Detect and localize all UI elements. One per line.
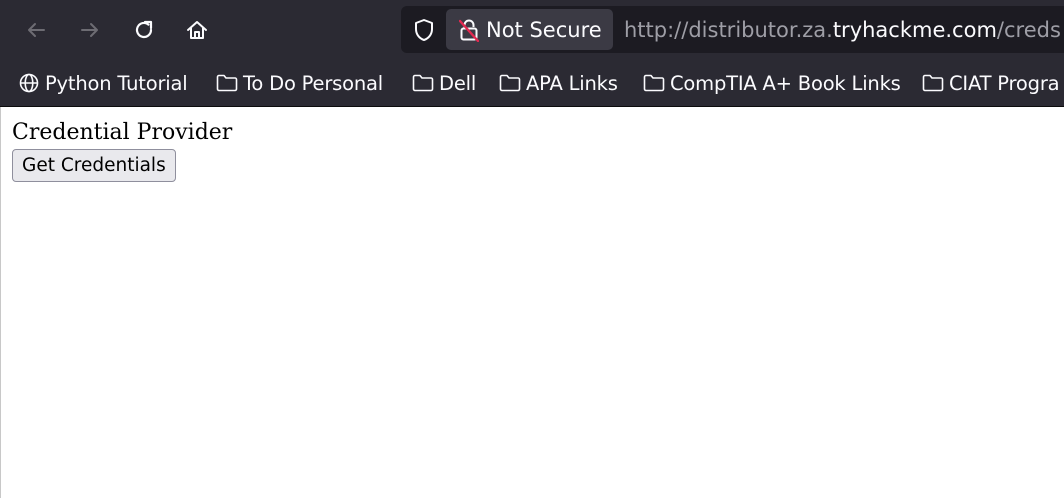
folder-icon <box>412 72 434 94</box>
bookmark-label: To Do Personal <box>243 71 383 95</box>
bookmark-folder-dell[interactable]: Dell <box>412 60 476 106</box>
arrow-right-icon <box>81 23 98 37</box>
url-text[interactable]: http://distributor.za.tryhackme.com/cred… <box>624 16 1061 44</box>
page-content: Credential Provider Get Credentials <box>0 107 1064 498</box>
browser-toolbar: Not Secure http://distributor.za.tryhack… <box>0 0 1064 60</box>
arrow-left-icon <box>28 23 45 37</box>
tracking-protection-button[interactable] <box>411 17 437 43</box>
bookmark-label: APA Links <box>526 71 618 95</box>
forward-button[interactable] <box>74 14 106 46</box>
page-title: Credential Provider <box>12 120 233 145</box>
security-label: Not Secure <box>486 17 602 42</box>
url-host: tryhackme.com <box>832 18 997 42</box>
url-subdomain: distributor.za. <box>688 18 833 42</box>
shield-icon <box>415 19 433 41</box>
globe-icon <box>18 72 40 94</box>
bookmark-label: Python Tutorial <box>45 71 188 95</box>
insecure-lock-icon <box>458 17 480 43</box>
bookmark-label: CIAT Progra <box>949 71 1060 95</box>
bookmarks-bar: Python Tutorial To Do Personal Dell APA … <box>0 60 1064 107</box>
url-scheme: http:// <box>624 18 689 42</box>
folder-icon <box>216 72 238 94</box>
bookmark-python-tutorial[interactable]: Python Tutorial <box>18 60 188 106</box>
bookmark-label: CompTIA A+ Book Links <box>670 71 901 95</box>
bookmark-folder-apa-links[interactable]: APA Links <box>499 60 618 106</box>
get-credentials-button[interactable]: Get Credentials <box>12 149 176 182</box>
site-security-indicator[interactable]: Not Secure <box>446 9 613 50</box>
bookmark-label: Dell <box>439 71 477 95</box>
bookmark-folder-ciat[interactable]: CIAT Progra <box>922 60 1060 106</box>
home-button[interactable] <box>181 14 213 46</box>
reload-button[interactable] <box>128 14 160 46</box>
url-path: /creds <box>996 18 1061 42</box>
reload-icon <box>135 20 153 39</box>
back-button[interactable] <box>20 14 52 46</box>
folder-icon <box>922 72 944 94</box>
bookmark-folder-to-do-personal[interactable]: To Do Personal <box>216 60 383 106</box>
bookmark-folder-comptia[interactable]: CompTIA A+ Book Links <box>643 60 901 106</box>
folder-icon <box>643 72 665 94</box>
home-icon <box>187 21 207 39</box>
folder-icon <box>499 72 521 94</box>
